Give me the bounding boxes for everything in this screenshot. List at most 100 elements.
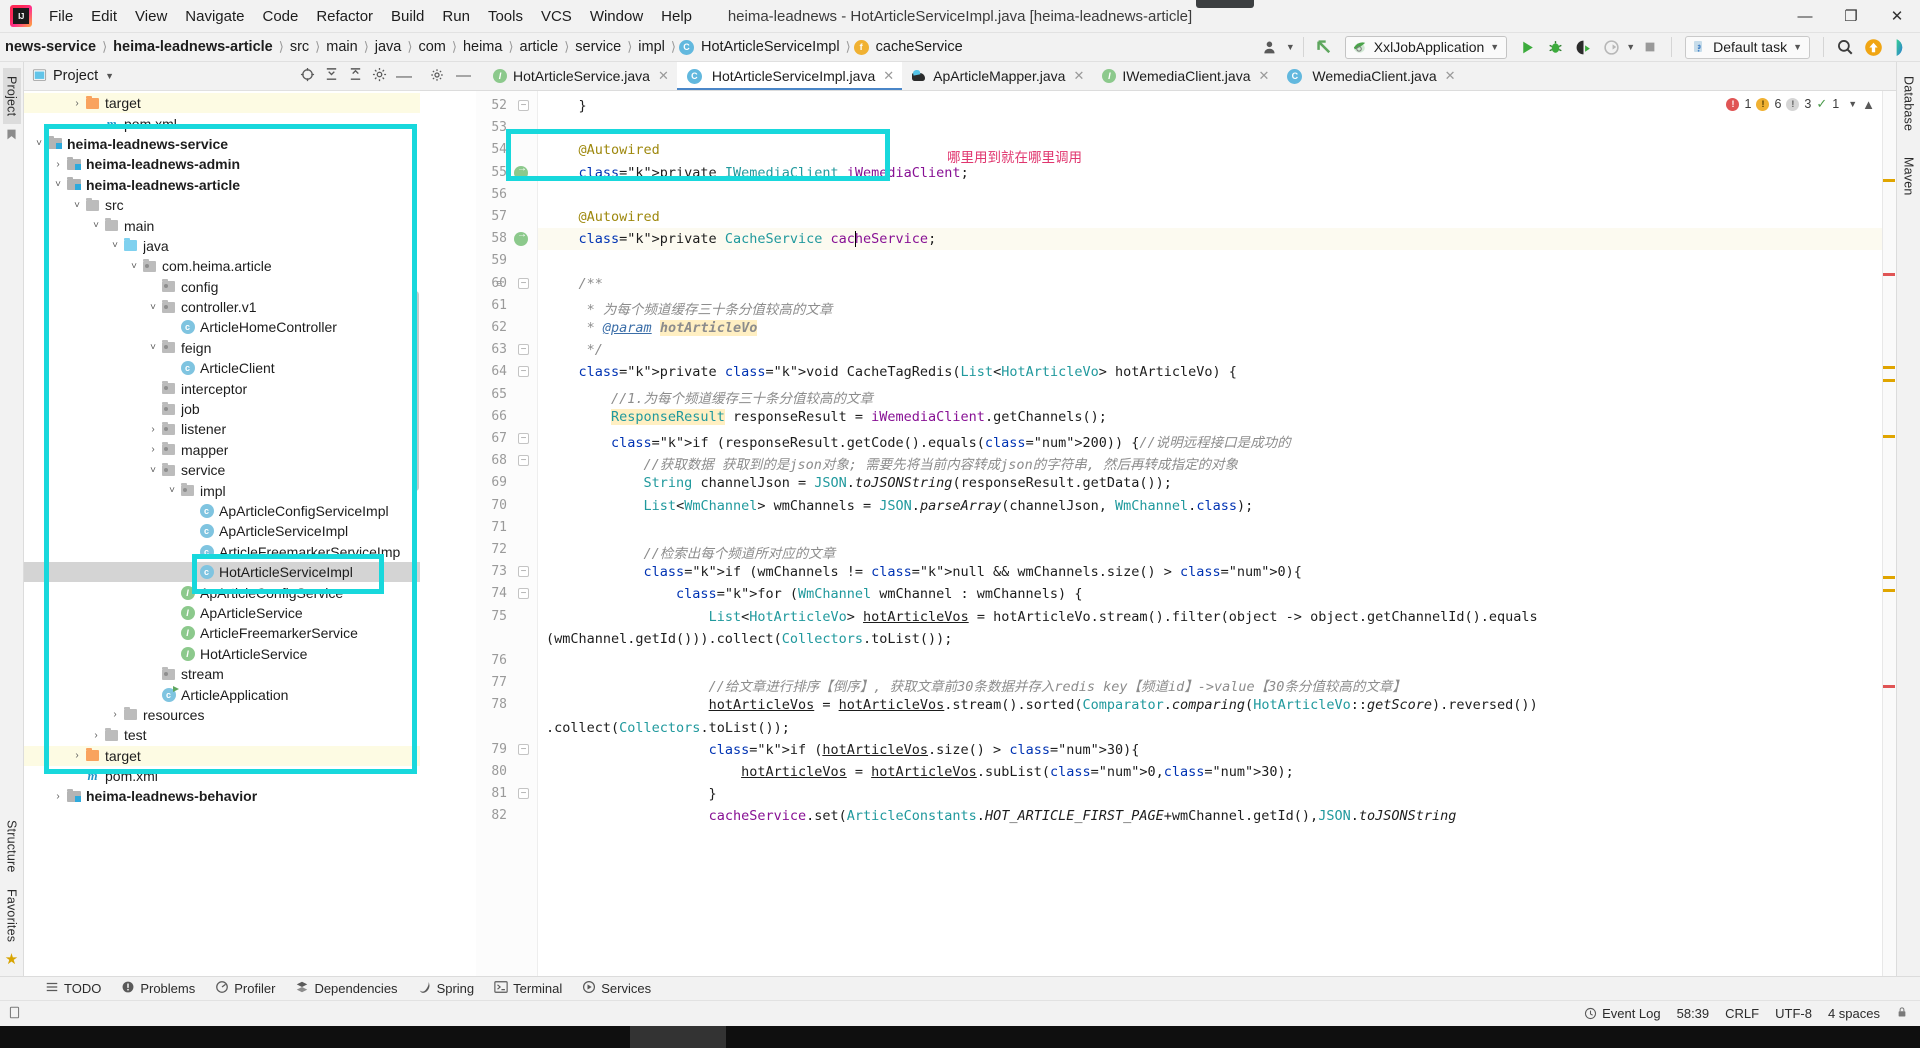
close-icon[interactable]: ✕ [1445, 68, 1456, 84]
tree-node[interactable]: › listener [24, 419, 420, 439]
fold-toggle-icon[interactable]: − [518, 743, 529, 755]
ide-assistant-icon[interactable] [1888, 35, 1914, 60]
tree-node[interactable]: › target [24, 745, 420, 766]
breadcrumb-item-7[interactable]: article [517, 38, 562, 56]
breadcrumb-item-9[interactable]: impl [635, 38, 668, 56]
fold-toggle-icon[interactable]: − [518, 566, 529, 578]
collapse-arrow-icon[interactable]: ˅ [89, 220, 103, 231]
fold-toggle-icon[interactable]: − [518, 588, 529, 600]
tree-node[interactable]: c ApArticleServiceImpl [24, 521, 420, 541]
sidebar-tab-database[interactable]: Database [1900, 68, 1918, 139]
minimize-button[interactable]: — [1782, 0, 1828, 33]
code-line[interactable]: //给文章进行排序【倒序】, 获取文章前30条数据并存入redis key【频道… [546, 675, 1406, 695]
spring-bean-gutter-icon[interactable] [514, 229, 528, 247]
collapse-arrow-icon[interactable]: ˅ [108, 240, 122, 251]
expand-arrow-icon[interactable]: › [70, 750, 84, 761]
tree-node[interactable]: m pom.xml [24, 113, 420, 133]
tree-node[interactable]: c ApArticleConfigServiceImpl [24, 501, 420, 521]
breadcrumb-item-5[interactable]: com [415, 38, 448, 56]
tree-node[interactable]: ˅ heima-leadnews-service [24, 134, 420, 154]
update-project-icon[interactable] [1312, 35, 1338, 60]
menu-code[interactable]: Code [253, 4, 307, 29]
code-line[interactable]: (wmChannel.getId())).collect(Collectors.… [546, 631, 952, 647]
fold-toggle-icon[interactable]: − [518, 366, 529, 378]
maximize-button[interactable]: ❐ [1828, 0, 1874, 33]
user-avatar-icon[interactable] [1258, 35, 1284, 60]
menu-tools[interactable]: Tools [479, 4, 532, 29]
indent-setting[interactable]: 4 spaces [1828, 1006, 1880, 1021]
close-icon[interactable]: ✕ [1258, 68, 1269, 84]
tool-window-button-problems[interactable]: Problems [112, 978, 204, 999]
tree-node[interactable]: c ArticleFreemarkerServiceImp [24, 542, 420, 562]
collapse-arrow-icon[interactable]: ˅ [165, 485, 179, 496]
code-line[interactable]: @Autowired [546, 209, 660, 225]
tree-node[interactable]: ˅ main [24, 215, 420, 235]
expand-arrow-icon[interactable]: › [146, 444, 160, 455]
code-line[interactable]: /** [546, 276, 603, 292]
code-line[interactable]: class="k">if (hotArticleVos.size() > cla… [546, 742, 1140, 758]
tree-node[interactable]: I HotArticleService [24, 644, 420, 664]
menu-view[interactable]: View [126, 4, 176, 29]
select-opened-file-icon[interactable] [300, 67, 315, 85]
tree-node[interactable]: I ApArticleConfigService [24, 582, 420, 602]
tree-node[interactable]: c ArticleApplication [24, 684, 420, 704]
hide-panel-icon[interactable]: — [396, 68, 412, 84]
task-selector[interactable]: Default task ▼ [1685, 35, 1810, 59]
tree-node[interactable]: › heima-leadnews-behavior [24, 786, 420, 806]
editor-line-number-gutter[interactable]: 52−5354555657585960−616263−64−656667−68−… [476, 91, 538, 976]
code-line[interactable]: ResponseResult responseResult = iWemedia… [546, 408, 1107, 425]
avatar-chevron-down-icon[interactable]: ▼ [1286, 42, 1295, 52]
tree-node[interactable]: c HotArticleServiceImpl [24, 561, 420, 583]
breadcrumb-item-10[interactable]: C HotArticleServiceImpl [678, 38, 843, 56]
code-line[interactable]: @Autowired [546, 142, 660, 158]
collapse-arrow-icon[interactable]: ˅ [127, 261, 141, 272]
expand-arrow-icon[interactable]: › [51, 791, 65, 802]
tree-node[interactable]: I ArticleFreemarkerService [24, 623, 420, 643]
breadcrumb-item-3[interactable]: main [323, 38, 360, 56]
search-everywhere-icon[interactable] [1832, 35, 1858, 60]
tree-node[interactable]: ˅ feign [24, 338, 420, 358]
editor-tab[interactable]: C WemediaClient.java ✕ [1277, 62, 1464, 90]
expand-arrow-icon[interactable]: › [108, 709, 122, 720]
run-configuration-selector[interactable]: XxlJobApplication ▼ [1344, 35, 1508, 59]
updates-icon[interactable] [1860, 35, 1886, 60]
code-line[interactable]: //检索出每个频道所对应的文章 [546, 542, 836, 562]
breadcrumb-item-8[interactable]: service [572, 38, 624, 56]
inspection-chevron-down-icon[interactable]: ▼ [1848, 99, 1857, 109]
tool-window-button-dependencies[interactable]: Dependencies [286, 978, 406, 999]
tree-node[interactable]: › heima-leadnews-admin [24, 154, 420, 174]
code-line[interactable]: */ [546, 342, 603, 358]
menu-refactor[interactable]: Refactor [307, 4, 382, 29]
fold-toggle-icon[interactable]: − [518, 455, 529, 467]
menu-build[interactable]: Build [382, 4, 433, 29]
file-encoding[interactable]: UTF-8 [1775, 1006, 1812, 1021]
code-line[interactable]: //获取数据 获取到的是json对象; 需要先将当前内容转成json的字符串, … [546, 453, 1238, 473]
profile-chevron-down-icon[interactable]: ▼ [1626, 42, 1635, 52]
tree-node[interactable]: ˅ com.heima.article [24, 256, 420, 276]
breadcrumb-item-6[interactable]: heima [460, 38, 506, 56]
tree-node[interactable]: ˅ java [24, 236, 420, 256]
chevron-down-icon[interactable]: ▼ [1490, 42, 1499, 52]
sidebar-tab-structure[interactable]: Structure [3, 812, 21, 881]
stop-button[interactable] [1637, 35, 1663, 60]
project-tree[interactable]: › target m pom.xml ˅ heima-leadnews-service › h… [24, 91, 420, 976]
run-button[interactable] [1514, 35, 1540, 60]
tree-node[interactable]: ˅ controller.v1 [24, 297, 420, 317]
tree-node[interactable]: ˅ src [24, 195, 420, 215]
gear-icon[interactable] [372, 67, 387, 85]
collapse-arrow-icon[interactable]: ˅ [146, 465, 160, 476]
collapse-arrow-icon[interactable]: ˅ [146, 342, 160, 353]
editor-marker-bar[interactable] [1882, 91, 1896, 976]
debug-button[interactable] [1542, 35, 1568, 60]
tree-node[interactable]: › test [24, 725, 420, 745]
tool-window-button-terminal[interactable]: Terminal [485, 978, 571, 999]
tree-node[interactable]: ˅ heima-leadnews-article [24, 175, 420, 195]
tree-node[interactable]: › resources [24, 705, 420, 725]
collapse-arrow-icon[interactable]: ˅ [146, 302, 160, 313]
inspection-status[interactable]: ! 1 ! 6 ! 3 ✓ 1 ▼ ▲ [1723, 95, 1878, 113]
fold-toggle-icon[interactable]: − [518, 344, 529, 356]
tree-node[interactable]: job [24, 399, 420, 419]
code-line[interactable]: class="k">if (wmChannels != class="k">nu… [546, 564, 1302, 580]
status-doc-icon[interactable] [8, 1005, 21, 1023]
tree-node[interactable]: I ApArticleService [24, 603, 420, 623]
